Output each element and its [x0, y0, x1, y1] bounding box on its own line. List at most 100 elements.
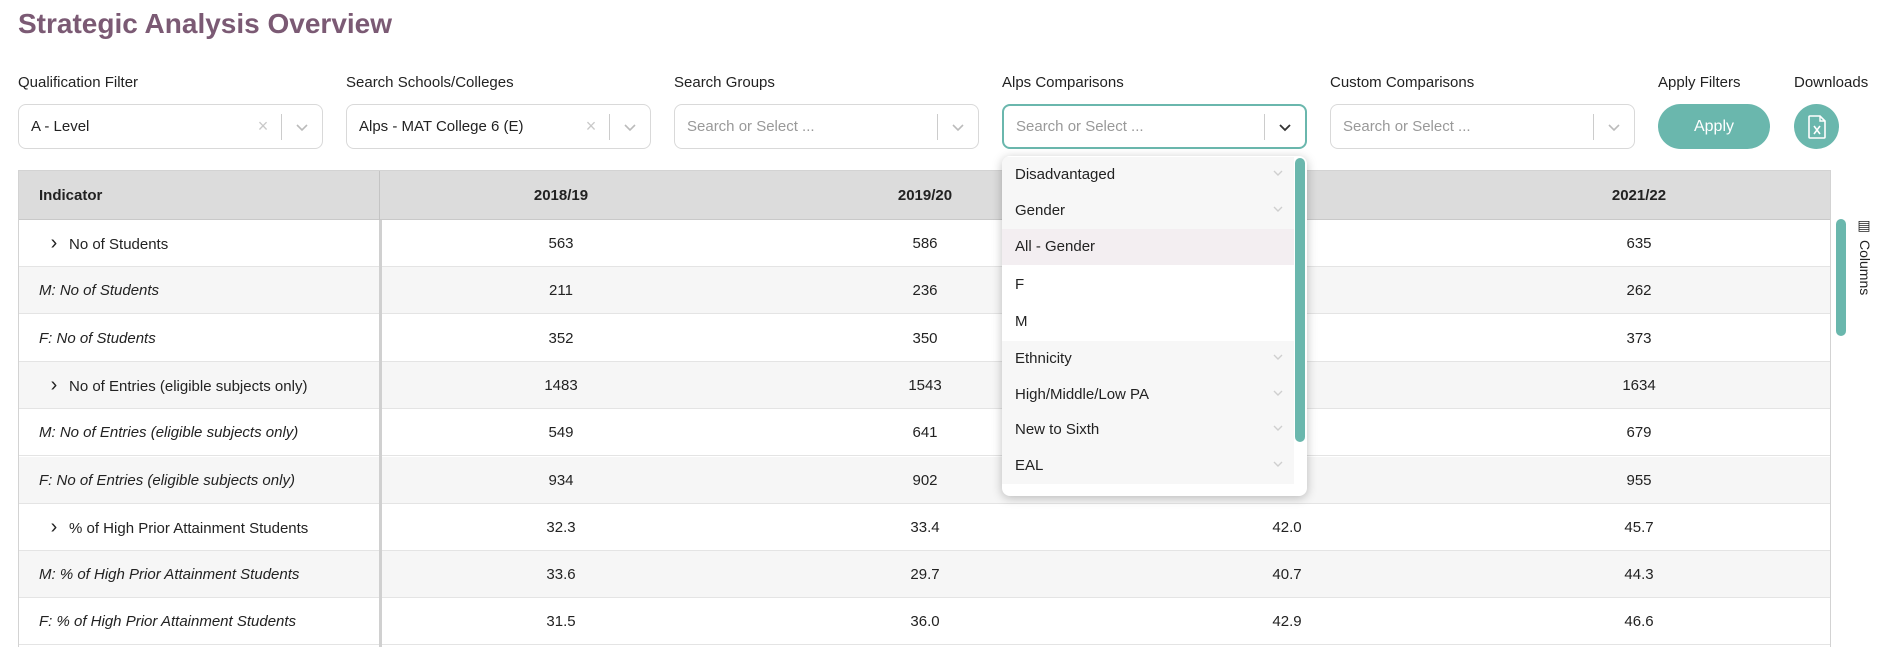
dropdown-item-label: New to Sixth [1015, 421, 1100, 438]
value-cell: 46.6 [1624, 613, 1654, 631]
indicator-cell: M: % of High Prior Attainment Students [39, 551, 299, 598]
qualification-filter: Qualification Filter A - Level × [18, 74, 323, 149]
chevron-right-icon[interactable]: › [39, 362, 69, 409]
download-excel-button[interactable] [1794, 104, 1839, 149]
indicator-label: M: % of High Prior Attainment Students [39, 566, 300, 584]
downloads: Downloads [1794, 74, 1868, 94]
dropdown-option[interactable]: All - Gender [1002, 229, 1294, 265]
dropdown-item-label: M [1015, 313, 1028, 330]
value-cell: 934 [548, 471, 574, 489]
chevron-down-icon[interactable] [938, 120, 978, 134]
schools-value: Alps - MAT College 6 (E) [359, 118, 524, 135]
dropdown-item-label: EAL [1015, 457, 1044, 474]
alps-comparisons-label: Alps Comparisons [1002, 74, 1124, 91]
header-2021-22[interactable]: 2021/22 [1579, 171, 1699, 220]
groups-select[interactable]: Search or Select ... [674, 104, 979, 149]
custom-comparisons-select[interactable]: Search or Select ... [1330, 104, 1635, 149]
apply-filters-label: Apply Filters [1658, 74, 1741, 91]
value-cell: 36.0 [910, 613, 940, 631]
dropdown-group[interactable]: High/Middle/Low PA [1002, 377, 1294, 413]
alps-comparisons-placeholder: Search or Select ... [1016, 118, 1144, 135]
chevron-down-icon[interactable] [610, 120, 650, 134]
clear-icon[interactable]: × [581, 116, 601, 137]
alps-comparisons-dropdown: Disadvantaged Gender All - Gender F M Ethnici… [1002, 156, 1307, 496]
value-cell: 31.5 [546, 613, 576, 631]
indicator-cell: F: No of Entries (eligible subjects only… [39, 457, 295, 504]
columns-tab-label: Columns [1857, 240, 1873, 296]
value-cell: 42.0 [1272, 518, 1302, 536]
value-cell: 350 [912, 329, 938, 347]
dropdown-group[interactable]: Disadvantaged [1002, 157, 1294, 193]
excel-file-icon [1807, 114, 1826, 139]
table-header: Indicator 2018/19 2019/20 2021/22 [19, 171, 1847, 220]
indicator-label: M: No of Students [39, 282, 160, 300]
value-cell: 262 [1626, 282, 1652, 300]
indicator-cell: › No of Entries (eligible subjects only) [39, 362, 308, 409]
indicator-cell: F: % of High Prior Attainment Students [39, 598, 296, 645]
indicator-cell: ›% of High Prior Attainment Students [39, 504, 309, 551]
value-cell: 902 [912, 471, 938, 489]
header-2019-20[interactable]: 2019/20 [865, 171, 985, 220]
header-2018-19[interactable]: 2018/19 [501, 171, 621, 220]
table-vertical-scrollbar[interactable] [1836, 219, 1846, 336]
dropdown-option[interactable]: F [1002, 267, 1294, 303]
dropdown-item-label: All - Gender [1015, 238, 1096, 255]
apply-button[interactable]: Apply [1658, 104, 1770, 149]
dropdown-item-label: F [1015, 276, 1025, 293]
dropdown-option[interactable]: M [1002, 304, 1294, 340]
chevron-down-icon [1272, 193, 1284, 229]
chevron-down-icon[interactable] [1265, 120, 1305, 134]
value-cell: 236 [912, 282, 938, 300]
downloads-label: Downloads [1794, 74, 1869, 91]
table-row: M: No of Students 211 236 262 [19, 267, 1831, 315]
page-title: Strategic Analysis Overview [18, 8, 393, 39]
qualification-value: A - Level [31, 118, 90, 135]
value-cell: 44.3 [1624, 566, 1654, 584]
table-row: M: No of Entries (eligible subjects only… [19, 409, 1831, 457]
dropdown-group[interactable]: Gender [1002, 193, 1294, 229]
qualification-filter-label: Qualification Filter [18, 74, 139, 91]
value-cell: 42.9 [1272, 613, 1302, 631]
dropdown-item-label: High/Middle/Low PA [1015, 386, 1149, 403]
value-cell: 549 [548, 424, 574, 442]
indicator-label: F: No of Students [39, 329, 156, 347]
value-cell: 586 [912, 235, 938, 252]
dropdown-group[interactable]: Ethnicity [1002, 341, 1294, 377]
dropdown-group[interactable]: EAL [1002, 448, 1294, 484]
dropdown-scrollbar[interactable] [1295, 158, 1305, 442]
chevron-down-icon[interactable] [1594, 120, 1634, 134]
value-cell: 33.6 [546, 566, 576, 584]
schools-filter: Search Schools/Colleges Alps - MAT Colle… [346, 74, 651, 149]
header-divider [379, 171, 380, 220]
value-cell: 373 [1626, 329, 1652, 347]
indicator-label: F: % of High Prior Attainment Students [39, 613, 297, 631]
chevron-right-icon[interactable]: › [39, 504, 69, 551]
value-cell: 1483 [544, 376, 578, 394]
value-cell: 1543 [908, 376, 942, 394]
dropdown-group[interactable]: New to Sixth [1002, 412, 1294, 448]
indicator-cell: › No of Students [39, 220, 169, 267]
chevron-down-icon[interactable] [282, 120, 322, 134]
custom-comparisons-placeholder: Search or Select ... [1343, 118, 1471, 135]
value-cell: 29.7 [910, 566, 940, 584]
indicator-label: M: No of Entries (eligible subjects only… [39, 424, 299, 442]
chevron-down-icon [1272, 157, 1284, 193]
alps-comparisons-select[interactable]: Search or Select ... [1002, 104, 1307, 149]
clear-icon[interactable]: × [253, 116, 273, 137]
table-row: M: % of High Prior Attainment Students 33… [19, 551, 1831, 599]
custom-comparisons-filter: Custom Comparisons Search or Select ... [1330, 74, 1635, 149]
value-cell: 45.7 [1624, 518, 1654, 536]
table-row: F: No of Students 352 350 373 [19, 315, 1831, 362]
table-row: › No of Entries (eligible subjects only) 1… [19, 361, 1831, 409]
value-cell: 679 [1626, 424, 1652, 442]
indicator-label: No of Entries (eligible subjects only) [69, 377, 308, 395]
indicator-label: % of High Prior Attainment Students [69, 519, 309, 537]
columns-tab[interactable]: ▤ Columns [1857, 218, 1873, 295]
value-cell: 32.3 [546, 518, 576, 536]
schools-select[interactable]: Alps - MAT College 6 (E) × [346, 104, 651, 149]
qualification-select[interactable]: A - Level × [18, 104, 323, 149]
chevron-right-icon[interactable]: › [39, 220, 69, 267]
groups-filter: Search Groups Search or Select ... [674, 74, 979, 149]
chevron-down-icon [1272, 448, 1284, 484]
header-indicator[interactable]: Indicator [39, 171, 102, 220]
